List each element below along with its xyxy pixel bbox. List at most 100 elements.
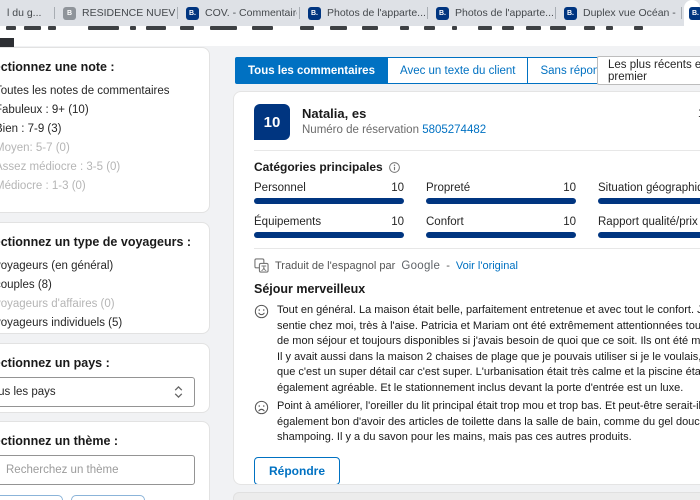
- traveler-filter-heading: Sélectionnez un type de voyageurs :: [0, 235, 195, 249]
- category-score: 10: [391, 182, 404, 194]
- translate-icon: [254, 258, 269, 273]
- browser-tab-label: COV. - Commentaires: [205, 7, 297, 19]
- category-equipements: Équipements10: [254, 216, 404, 238]
- traveler-option-general[interactable]: voyageurs (en général): [0, 256, 195, 275]
- note-option-bien[interactable]: Bien : 7-9 (3): [0, 119, 195, 138]
- category-confort: Confort10: [426, 216, 576, 238]
- next-review-card-top: [233, 492, 700, 500]
- browser-tab-residence[interactable]: B RESIDENCE NUEV...: [56, 0, 175, 26]
- country-select-value: Tous les pays: [0, 386, 56, 398]
- theme-tag-calme[interactable]: Calme +: [71, 495, 145, 500]
- country-filter-heading: Sélectionnez un pays :: [0, 356, 195, 370]
- theme-tags: Aéroport + Calme +: [0, 495, 195, 500]
- booking-favicon: B.: [689, 7, 700, 20]
- category-bar: [254, 198, 404, 204]
- browser-tab-label: Photos de l'apparte...: [455, 7, 553, 19]
- screen: l du g... B RESIDENCE NUEV... B. COV. - …: [0, 0, 700, 500]
- reservation-line: Numéro de réservation 5805274482: [302, 124, 486, 136]
- guest-name: Natalia, es: [302, 106, 486, 121]
- tab-separator: [299, 7, 300, 19]
- category-rapport-qualite-prix: Rapport qualité/prix10: [598, 216, 700, 238]
- browser-tab-commentaires[interactable]: B. COV. - Commentaires: [179, 0, 297, 26]
- traveler-option-individuels[interactable]: voyageurs individuels (5): [0, 313, 195, 332]
- categories-title-row: Catégories principales: [254, 160, 700, 174]
- filter-card-traveler: Sélectionnez un type de voyageurs : voya…: [0, 222, 210, 334]
- browser-tab-photos-1[interactable]: B. Photos de l'apparte...: [301, 0, 425, 26]
- note-option-moyen: Moyen: 5-7 (0): [0, 138, 195, 157]
- category-score: 10: [563, 216, 576, 228]
- tab-separator: [681, 7, 682, 19]
- theme-filter-heading: Sélectionnez un thème :: [0, 434, 195, 448]
- category-situation: Situation géographique10: [598, 182, 700, 204]
- category-bar: [426, 198, 576, 204]
- category-bar: [426, 232, 576, 238]
- info-icon[interactable]: [388, 161, 401, 174]
- filter-card-theme: Sélectionnez un thème : Aéroport + Calme…: [0, 421, 210, 500]
- note-option-fabuleux[interactable]: Fabuleux : 9+ (10): [0, 100, 195, 119]
- translated-by-text: Traduit de l'espagnol par: [275, 260, 395, 272]
- favicon-gray: B: [63, 7, 76, 20]
- note-option-mediocre: Médiocre : 1-3 (0): [0, 176, 195, 195]
- traveler-option-couples[interactable]: couples (8): [0, 275, 195, 294]
- booking-favicon: B.: [436, 7, 449, 20]
- tab-tous-les-commentaires[interactable]: Tous les commentaires: [235, 57, 388, 84]
- sort-dropdown[interactable]: Les plus récents en premier: [597, 56, 700, 85]
- sad-face-icon: [254, 400, 269, 415]
- review-header: 10 Natalia, es Numéro de réservation 580…: [254, 104, 700, 140]
- browser-tab-label: RESIDENCE NUEV...: [82, 7, 175, 19]
- browser-tab-partial[interactable]: l du g...: [0, 0, 52, 26]
- booking-favicon: B.: [308, 7, 321, 20]
- bookmarks-bar-cropped: [0, 26, 700, 46]
- separator-dash: -: [446, 260, 450, 272]
- tab-avec-texte-client[interactable]: Avec un texte du client: [387, 57, 529, 84]
- review-positive: Tout en général. La maison était belle, …: [254, 303, 700, 396]
- divider: [254, 248, 700, 249]
- note-option-assez-mediocre: Assez médiocre : 3-5 (0): [0, 157, 195, 176]
- browser-tab-strip: l du g... B RESIDENCE NUEV... B. COV. - …: [0, 0, 700, 26]
- theme-search-input[interactable]: [0, 455, 195, 485]
- category-bar: [598, 232, 700, 238]
- google-wordmark: Google: [401, 260, 440, 272]
- review-score-badge: 10: [254, 104, 290, 140]
- note-option-all[interactable]: Toutes les notes de commentaires: [0, 81, 195, 100]
- browser-tab-duplex[interactable]: B. Duplex vue Océan -: [557, 0, 680, 26]
- category-score: 10: [391, 216, 404, 228]
- category-score: 10: [563, 182, 576, 194]
- review-title: Séjour merveilleux: [254, 282, 700, 296]
- tab-separator: [54, 7, 55, 19]
- select-chevrons-icon: [173, 385, 184, 399]
- category-proprete: Propreté10: [426, 182, 576, 204]
- browser-tab-photos-2[interactable]: B. Photos de l'apparte...: [429, 0, 553, 26]
- view-original-link[interactable]: Voir l'original: [456, 260, 518, 272]
- translation-row: Traduit de l'espagnol par Google - Voir …: [254, 258, 700, 273]
- browser-tab-active-partial[interactable]: B.: [684, 0, 700, 26]
- browser-tab-label: l du g...: [7, 7, 41, 19]
- divider: [254, 150, 700, 151]
- category-bar: [254, 232, 404, 238]
- reservation-number-link[interactable]: 5805274482: [422, 124, 486, 136]
- category-bar: [598, 198, 700, 204]
- traveler-option-affaires: voyageurs d'affaires (0): [0, 294, 195, 313]
- tab-separator: [555, 7, 556, 19]
- filter-card-note: Sélectionnez une note : Toutes les notes…: [0, 47, 210, 213]
- theme-tag-aeroport[interactable]: Aéroport +: [0, 495, 63, 500]
- browser-tab-label: Photos de l'apparte...: [327, 7, 425, 19]
- sort-dropdown-value: Les plus récents en premier: [608, 59, 700, 83]
- country-select[interactable]: Tous les pays: [0, 377, 195, 407]
- browser-tab-label: Duplex vue Océan -: [583, 7, 676, 19]
- booking-favicon: B.: [564, 7, 577, 20]
- review-card: 10 Natalia, es Numéro de réservation 580…: [233, 91, 700, 485]
- review-negative: Point à améliorer, l'oreiller du lit pri…: [254, 399, 700, 446]
- categories-grid: Personnel10 Propreté10 Situation géograp…: [254, 182, 700, 238]
- category-personnel: Personnel10: [254, 182, 404, 204]
- negative-review-text: Point à améliorer, l'oreiller du lit pri…: [277, 399, 700, 446]
- reply-button[interactable]: Répondre: [254, 457, 340, 485]
- tab-separator: [177, 7, 178, 19]
- page-content: Sélectionnez une note : Toutes les notes…: [0, 46, 700, 500]
- review-filter-tabs: Tous les commentaires Avec un texte du c…: [235, 57, 624, 84]
- filter-card-country: Sélectionnez un pays : Tous les pays: [0, 343, 210, 413]
- happy-face-icon: [254, 304, 269, 319]
- note-filter-heading: Sélectionnez une note :: [0, 60, 195, 74]
- positive-review-text: Tout en général. La maison était belle, …: [277, 303, 700, 396]
- booking-favicon: B.: [186, 7, 199, 20]
